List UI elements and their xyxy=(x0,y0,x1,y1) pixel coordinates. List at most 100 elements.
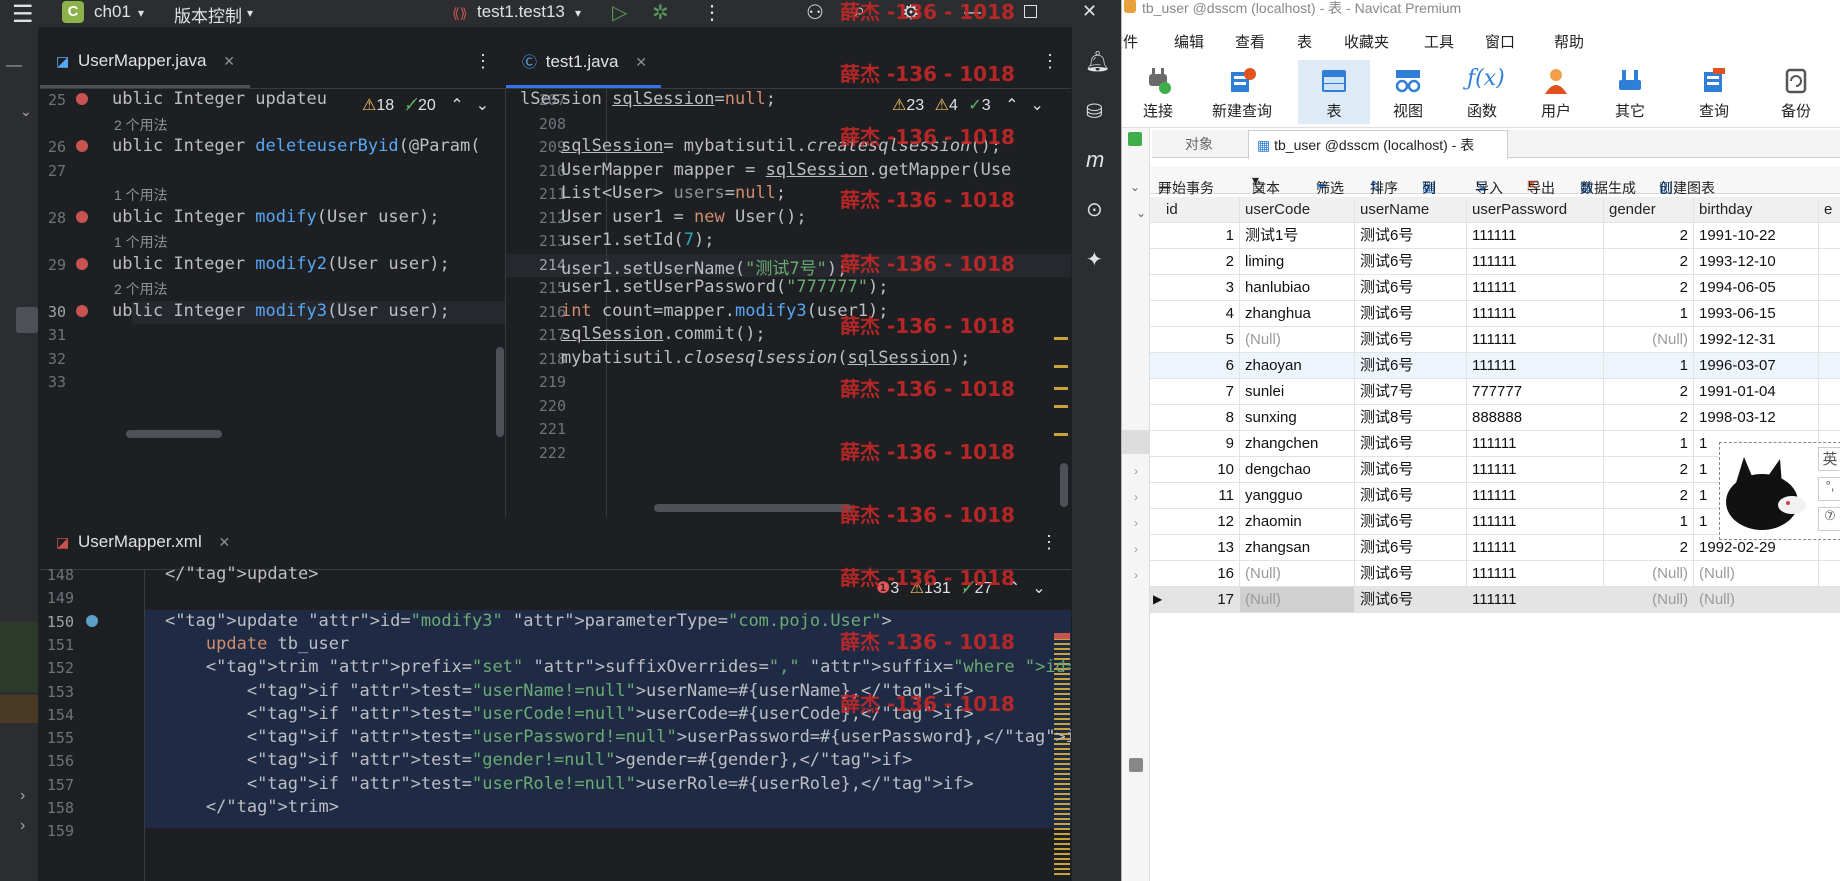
table-cell[interactable]: 测试6号 xyxy=(1355,223,1467,249)
more-icon[interactable]: ⋮ xyxy=(1040,532,1058,553)
tab-tb-user[interactable]: ▦ tb_user @dsscm (localhost) - 表 xyxy=(1248,130,1508,159)
table-cell[interactable]: 10 xyxy=(1150,457,1240,483)
column-header[interactable]: userCode xyxy=(1240,197,1355,223)
code-line[interactable]: ublic Integer modify(User user); xyxy=(112,207,440,227)
code-line[interactable]: ublic Integer updateu xyxy=(112,89,327,109)
notifications-icon[interactable]: 🔔︎ xyxy=(1085,49,1110,74)
chevron-right-icon[interactable]: › xyxy=(1134,516,1138,530)
table-cell[interactable]: dengchao xyxy=(1240,457,1355,483)
table-cell[interactable]: hanlubiao xyxy=(1240,275,1355,301)
code-line[interactable]: <"tag">trim "attr">prefix="set" "attr">s… xyxy=(124,657,1071,677)
object-icon[interactable] xyxy=(1128,132,1142,146)
table-cell[interactable]: 111111 xyxy=(1467,431,1604,457)
run-icon[interactable]: ▷ xyxy=(612,0,627,25)
user-button[interactable]: 用户 xyxy=(1520,60,1592,124)
table-cell[interactable] xyxy=(1819,275,1840,301)
table-cell[interactable]: 2 xyxy=(1604,483,1694,509)
code-line[interactable]: <"tag">if "attr">test="userRole!=null">u… xyxy=(124,774,974,794)
usage-hint[interactable]: 1 个用法 xyxy=(114,232,168,252)
table-cell[interactable]: 测试6号 xyxy=(1355,301,1467,327)
table-cell[interactable]: (Null) xyxy=(1240,587,1355,613)
code-line[interactable]: User user1 = new User(); xyxy=(520,207,807,227)
table-cell[interactable]: 11 xyxy=(1150,483,1240,509)
table-cell[interactable]: 9 xyxy=(1150,431,1240,457)
table-cell[interactable]: (Null) xyxy=(1604,561,1694,587)
table-cell[interactable]: (Null) xyxy=(1604,327,1694,353)
table-cell[interactable]: 1998-03-12 xyxy=(1694,405,1819,431)
menu-item[interactable]: 表 xyxy=(1297,31,1312,52)
table-row[interactable]: 17 (Null) 测试6号 111111 (Null) (Null) ▶ xyxy=(1150,587,1840,613)
table-cell[interactable]: 111111 xyxy=(1467,249,1604,275)
table-cell[interactable]: 1 xyxy=(1604,509,1694,535)
table-cell[interactable]: (Null) xyxy=(1240,561,1355,587)
usage-hint[interactable]: 2 个用法 xyxy=(114,115,168,135)
ai-assistant-icon[interactable]: ✦ xyxy=(1086,247,1103,272)
function-button[interactable]: ƒ(x) 函数 xyxy=(1446,60,1518,124)
table-cell[interactable]: 888888 xyxy=(1467,405,1604,431)
text-button[interactable]: ▤ 文本 ▾ xyxy=(1252,172,1280,196)
table-cell[interactable]: 2 xyxy=(1604,457,1694,483)
new-query-button[interactable]: 新建查询 xyxy=(1198,60,1286,124)
table-row[interactable]: 7 sunlei 测试7号 777777 2 1991-01-04 xyxy=(1150,379,1840,405)
code-line[interactable]: user1.setUserPassword("777777"); xyxy=(520,277,889,297)
close-icon[interactable]: ✕ xyxy=(1082,1,1097,22)
more-icon[interactable]: ⋮ xyxy=(702,0,722,25)
code-line[interactable]: int count=mapper.modify3(user1); xyxy=(520,301,889,321)
column-header[interactable]: userPassword xyxy=(1467,197,1604,223)
table-cell[interactable]: 4 xyxy=(1150,301,1240,327)
mybatis-mapper-icon[interactable] xyxy=(76,257,88,270)
code-line[interactable]: <"tag">update "attr">id="modify3" "attr"… xyxy=(124,611,892,631)
table-cell[interactable] xyxy=(1819,561,1840,587)
column-header[interactable]: userName xyxy=(1355,197,1467,223)
table-cell[interactable]: 测试6号 xyxy=(1355,587,1467,613)
chevron-down-icon[interactable]: ⌄ xyxy=(20,103,32,120)
table-cell[interactable] xyxy=(1819,587,1840,613)
table-cell[interactable]: 2 xyxy=(1604,379,1694,405)
table-cell[interactable]: zhaomin xyxy=(1240,509,1355,535)
table-cell[interactable]: yangguo xyxy=(1240,483,1355,509)
table-cell[interactable]: (Null) xyxy=(1240,327,1355,353)
table-cell[interactable] xyxy=(1819,223,1840,249)
table-cell[interactable]: 111111 xyxy=(1467,275,1604,301)
code-line[interactable]: UserMapper mapper = sqlSession.getMapper… xyxy=(520,160,1011,180)
table-cell[interactable]: 2 xyxy=(1604,223,1694,249)
menu-item[interactable]: 工具 xyxy=(1424,31,1454,52)
table-row[interactable]: 16 (Null) 测试6号 111111 (Null) (Null) xyxy=(1150,561,1840,587)
table-cell[interactable]: 12 xyxy=(1150,509,1240,535)
table-cell[interactable]: 111111 xyxy=(1467,327,1604,353)
code-line[interactable]: user1.setUserName("测试7号"); xyxy=(520,254,847,279)
mybatis-mapper-icon[interactable] xyxy=(76,304,88,317)
code-line[interactable]: ublic Integer deleteuserByid(@Param( xyxy=(112,136,480,156)
table-cell[interactable] xyxy=(1819,353,1840,379)
table-cell[interactable]: 测试6号 xyxy=(1355,327,1467,353)
code-line[interactable]: ublic Integer modify2(User user); xyxy=(112,254,450,274)
table-cell[interactable]: 777777 xyxy=(1467,379,1604,405)
table-cell[interactable] xyxy=(1819,405,1840,431)
maximize-icon[interactable] xyxy=(1024,5,1037,18)
table-cell[interactable] xyxy=(1819,249,1840,275)
table-cell[interactable]: 2 xyxy=(1604,249,1694,275)
table-cell[interactable]: liming xyxy=(1240,249,1355,275)
table-row[interactable]: 3 hanlubiao 测试6号 111111 2 1994-06-05 xyxy=(1150,275,1840,301)
maven-icon[interactable]: m xyxy=(1086,147,1104,173)
main-menu-icon[interactable]: ☰ xyxy=(12,0,34,29)
code-line[interactable]: lSession sqlSession=null; xyxy=(520,89,776,109)
table-cell[interactable]: 111111 xyxy=(1467,509,1604,535)
query-button[interactable]: 查询 xyxy=(1678,60,1750,124)
table-cell[interactable]: 111111 xyxy=(1467,587,1604,613)
table-cell[interactable]: 1993-06-15 xyxy=(1694,301,1819,327)
horizontal-scrollbar[interactable] xyxy=(126,430,222,438)
other-button[interactable]: 其它 xyxy=(1594,60,1666,124)
table-cell[interactable]: 2 xyxy=(1604,535,1694,561)
horizontal-scrollbar[interactable] xyxy=(654,504,852,512)
table-cell[interactable]: 7 xyxy=(1150,379,1240,405)
code-line[interactable]: mybatisutil.closesqlsession(sqlSession); xyxy=(520,348,970,368)
table-cell[interactable]: 111111 xyxy=(1467,223,1604,249)
chevron-right-icon[interactable]: › xyxy=(1134,568,1138,582)
run-config-selector[interactable]: test1.test13 xyxy=(477,2,565,22)
chevron-down-icon[interactable]: ⌄ xyxy=(1130,180,1140,194)
table-cell[interactable] xyxy=(1819,379,1840,405)
table-cell[interactable]: 13 xyxy=(1150,535,1240,561)
table-cell[interactable]: 16 xyxy=(1150,561,1240,587)
table-cell[interactable] xyxy=(1819,327,1840,353)
